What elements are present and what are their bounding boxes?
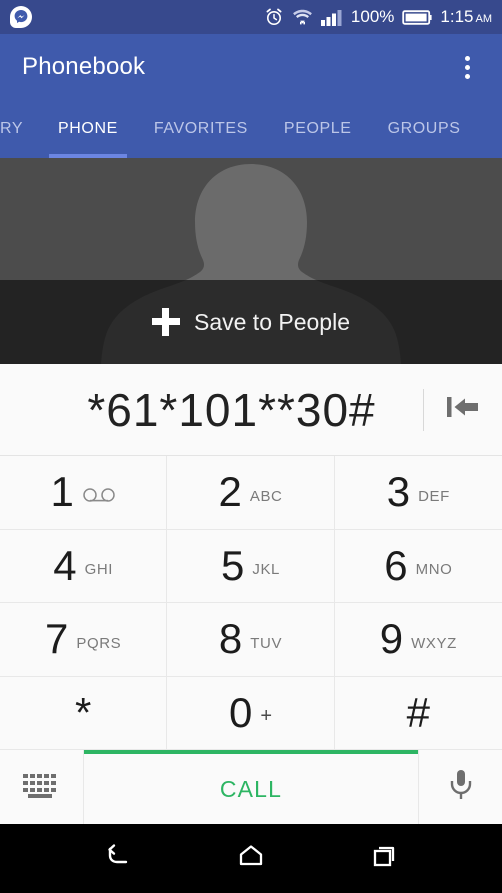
signal-icon [320, 9, 343, 26]
tab-favorites[interactable]: FAVORITES [136, 100, 266, 158]
battery-full-icon [402, 9, 433, 26]
status-notifications [10, 6, 32, 28]
tab-label: PHONE [58, 120, 118, 137]
key-digit: 5 [220, 541, 245, 589]
home-button[interactable] [225, 833, 277, 885]
key-7[interactable]: 7 PQRS [0, 603, 168, 677]
key-9[interactable]: 9 WXYZ [334, 603, 502, 677]
tab-groups[interactable]: GROUPS [370, 100, 479, 158]
key-digit: 1 [50, 468, 74, 516]
call-button[interactable]: CALL [84, 750, 418, 824]
status-bar: 100% 1:15 AM [0, 0, 502, 34]
microphone-icon [446, 767, 476, 808]
key-2[interactable]: 2 ABC [167, 456, 335, 530]
tab-history[interactable]: RY [0, 100, 40, 158]
key-3[interactable]: 3 DEF [334, 456, 502, 530]
dialed-number-row: *61*101**30# [0, 364, 502, 456]
key-digit: 2 [218, 468, 242, 516]
save-to-people-button[interactable]: Save to People [0, 280, 502, 364]
tab-label: GROUPS [387, 120, 461, 137]
tab-bar[interactable]: RY PHONE FAVORITES PEOPLE GROUPS [0, 100, 502, 158]
backspace-button[interactable] [424, 364, 502, 456]
clock-time: 1:15 [440, 7, 474, 26]
keyboard-icon [21, 770, 63, 805]
messenger-icon [10, 6, 32, 28]
key-plus-label: + [260, 705, 273, 728]
key-letters: ABC [249, 487, 283, 505]
key-1[interactable]: 1 [0, 456, 168, 530]
tab-phone[interactable]: PHONE [40, 100, 136, 158]
key-letters: WXYZ [411, 634, 457, 652]
status-icons: 100% 1:15 AM [264, 7, 492, 27]
back-icon [102, 841, 132, 876]
tab-people[interactable]: PEOPLE [266, 100, 370, 158]
key-star[interactable]: * [0, 676, 168, 750]
dialed-number[interactable]: *61*101**30# [0, 383, 423, 437]
dial-keypad[interactable]: 1 2 ABC 3 DEF 4 GHI 5 JKL 6 MNO 7 PQRS 8… [0, 456, 502, 750]
wifi-icon [292, 8, 313, 26]
key-6[interactable]: 6 MNO [334, 529, 502, 603]
key-digit: 3 [386, 468, 411, 516]
contact-banner: Save to People [0, 158, 502, 364]
home-icon [236, 842, 266, 875]
key-letters: PQRS [76, 634, 122, 652]
key-digit: # [406, 688, 430, 736]
save-to-people-label: Save to People [193, 308, 350, 335]
plus-icon [151, 308, 180, 336]
back-button[interactable] [91, 833, 143, 885]
key-digit: 0 [228, 688, 253, 736]
key-letters: TUV [250, 634, 283, 652]
recents-button[interactable] [359, 833, 411, 885]
phone-screen: 100% 1:15 AM Phonebook RY PHONE FAVORITE… [0, 0, 502, 893]
key-4[interactable]: 4 GHI [0, 529, 168, 603]
keyboard-button[interactable] [0, 750, 84, 824]
key-letters: DEF [418, 487, 450, 505]
tab-label: RY [0, 120, 24, 137]
key-digit: 7 [45, 615, 69, 663]
call-bar: CALL [0, 750, 502, 824]
key-digit: 8 [218, 615, 243, 663]
app-bar: Phonebook [0, 34, 502, 100]
key-0[interactable]: 0 + [167, 676, 335, 750]
key-letters: GHI [84, 561, 114, 579]
recents-icon [370, 842, 400, 875]
key-digit: 9 [379, 615, 404, 663]
key-5[interactable]: 5 JKL [167, 529, 335, 603]
key-8[interactable]: 8 TUV [167, 603, 335, 677]
key-digit: * [74, 688, 92, 736]
backspace-icon [445, 392, 481, 427]
voicemail-icon [82, 487, 116, 508]
clock-ampm: AM [475, 13, 493, 25]
key-letters: MNO [415, 561, 453, 579]
android-nav-bar [0, 824, 502, 893]
alarm-icon [264, 7, 284, 27]
status-clock: 1:15 AM [440, 7, 492, 27]
key-digit: 6 [384, 541, 408, 589]
key-hash[interactable]: # [334, 676, 502, 750]
battery-percentage: 100% [350, 7, 395, 26]
call-label: CALL [219, 775, 283, 802]
tab-label: FAVORITES [153, 120, 248, 137]
key-digit: 4 [53, 541, 77, 589]
key-letters: JKL [252, 561, 280, 579]
overflow-menu-icon[interactable] [450, 45, 484, 89]
tab-label: PEOPLE [283, 120, 352, 137]
voice-search-button[interactable] [418, 750, 502, 824]
page-title: Phonebook [22, 53, 146, 80]
